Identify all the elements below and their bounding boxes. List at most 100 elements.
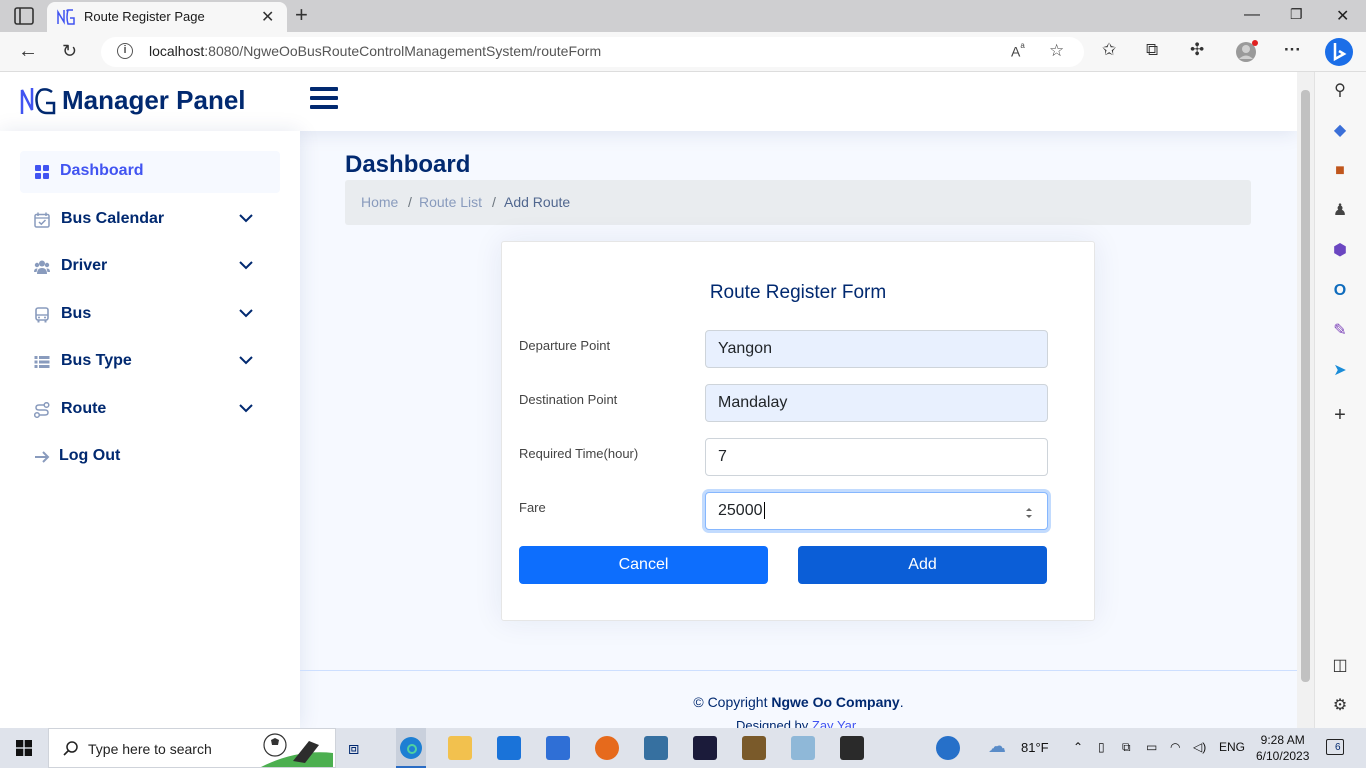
- read-aloud-icon[interactable]: Aᵃ: [1011, 41, 1025, 60]
- sidebar-item-log-out[interactable]: Log Out: [20, 436, 280, 478]
- browser-tab-active[interactable]: Route Register Page ✕: [47, 2, 287, 32]
- designer-link[interactable]: Zay Yar: [812, 718, 856, 728]
- edge-tools-icon[interactable]: ■: [1329, 160, 1351, 182]
- refresh-icon[interactable]: ↻: [62, 40, 77, 62]
- address-bar[interactable]: i localhost:8080/NgweOoBusRouteControlMa…: [101, 37, 1084, 67]
- footer-copyright: © Copyright Ngwe Oo Company.: [693, 694, 904, 710]
- task-view-icon[interactable]: ⧈: [348, 738, 372, 762]
- page-scrollbar[interactable]: [1297, 72, 1314, 728]
- profile-avatar-icon[interactable]: [1235, 40, 1259, 64]
- edge-games-icon[interactable]: ♟: [1329, 200, 1351, 222]
- sidebar-item-bus-calendar[interactable]: Bus Calendar: [20, 199, 280, 241]
- edge-taskbar-active[interactable]: [396, 728, 426, 768]
- weather-temp[interactable]: 81°F: [1021, 740, 1049, 755]
- grid-icon: [35, 165, 49, 179]
- sidebar-item-label: Driver: [61, 257, 108, 274]
- site-favicon-icon: [57, 9, 75, 25]
- store-icon[interactable]: [546, 736, 570, 760]
- calendar-check-icon: [34, 212, 50, 228]
- python-icon[interactable]: [644, 736, 668, 760]
- sidebar-toggle-icon[interactable]: [310, 87, 338, 113]
- sidebar-item-bus-type[interactable]: Bus Type: [20, 341, 280, 383]
- breadcrumb-route-list-link[interactable]: Route List: [419, 194, 482, 210]
- notepad-icon[interactable]: [791, 736, 815, 760]
- favorites-icon[interactable]: ✩: [1102, 40, 1116, 60]
- edge-outlook-icon[interactable]: O: [1329, 280, 1351, 302]
- edge-office-icon[interactable]: ⬢: [1329, 240, 1351, 262]
- tray-chevron-up-icon[interactable]: ⌃: [1073, 740, 1083, 754]
- edge-split-icon[interactable]: ◫: [1329, 655, 1351, 677]
- tab-close-icon[interactable]: ✕: [261, 7, 274, 27]
- file-explorer-icon[interactable]: [448, 736, 472, 760]
- weather-icon[interactable]: ☁: [988, 736, 1006, 757]
- minimize-icon[interactable]: —: [1244, 6, 1260, 24]
- mysql-icon[interactable]: [840, 736, 864, 760]
- favorite-star-icon[interactable]: ☆: [1049, 41, 1064, 61]
- edge-send-icon[interactable]: ➤: [1329, 360, 1351, 382]
- window-close-icon[interactable]: ✕: [1336, 6, 1349, 26]
- firefox-icon[interactable]: [595, 736, 619, 760]
- add-button[interactable]: Add: [798, 546, 1047, 584]
- language-indicator[interactable]: ENG: [1219, 740, 1245, 754]
- more-menu-icon[interactable]: ···: [1284, 40, 1301, 60]
- edge-search-icon[interactable]: ⚲: [1329, 80, 1351, 102]
- arrow-right-icon: [35, 451, 50, 463]
- app-header: Manager Panel: [0, 72, 1297, 131]
- help-icon[interactable]: [936, 736, 960, 760]
- breadcrumb-separator: /: [492, 194, 496, 210]
- edge-add-icon[interactable]: +: [1329, 404, 1351, 426]
- sidebar-item-label: Bus Type: [61, 352, 132, 369]
- edge-app-icon: [400, 737, 422, 759]
- edge-shopping-icon[interactable]: ◆: [1329, 120, 1351, 142]
- soccer-widget-icon[interactable]: [261, 731, 333, 767]
- url-text[interactable]: localhost:8080/NgweOoBusRouteControlMana…: [149, 43, 601, 59]
- sidebar-item-driver[interactable]: Driver: [20, 246, 280, 288]
- chevron-down-icon: [239, 214, 253, 223]
- tray-app-icon[interactable]: ⧉: [1122, 740, 1131, 755]
- breadcrumb-home-link[interactable]: Home: [361, 194, 398, 210]
- cancel-button[interactable]: Cancel: [519, 546, 768, 584]
- sidebar-item-label: Bus Calendar: [61, 210, 165, 227]
- taskbar-clock[interactable]: 9:28 AM 6/10/2023: [1256, 732, 1309, 764]
- destination-point-input[interactable]: Mandalay: [705, 384, 1048, 422]
- edge-designer-icon[interactable]: ✎: [1329, 320, 1351, 342]
- sidebar-item-bus[interactable]: Bus: [20, 294, 280, 336]
- back-arrow-icon[interactable]: ←: [18, 40, 38, 62]
- tray-device-icon[interactable]: ▯: [1098, 740, 1105, 754]
- number-spinner-icon[interactable]: [1024, 505, 1034, 521]
- departure-point-input[interactable]: Yangon: [705, 330, 1048, 368]
- edge-settings-icon[interactable]: ⚙: [1329, 695, 1351, 717]
- footer-divider: [300, 670, 1297, 671]
- new-tab-icon[interactable]: +: [295, 4, 308, 26]
- tab-actions-icon[interactable]: [14, 7, 34, 25]
- scrollbar-thumb[interactable]: [1301, 90, 1310, 682]
- sidebar-item-label: Route: [61, 400, 107, 417]
- mail-icon[interactable]: [497, 736, 521, 760]
- sidebar-item-dashboard[interactable]: Dashboard: [20, 151, 280, 193]
- required-time-input[interactable]: 7: [705, 438, 1048, 476]
- extensions-icon[interactable]: ✣: [1190, 40, 1204, 60]
- site-info-icon[interactable]: i: [117, 43, 133, 59]
- logo-text[interactable]: Manager Panel: [62, 85, 246, 116]
- intellij-icon[interactable]: [693, 736, 717, 760]
- notification-count: 6: [1335, 742, 1341, 753]
- volume-icon[interactable]: ◁): [1193, 740, 1206, 754]
- bing-copilot-icon[interactable]: [1324, 36, 1354, 68]
- sidebar-item-route[interactable]: Route: [20, 389, 280, 431]
- restore-icon[interactable]: ❐: [1290, 6, 1303, 23]
- bus-icon: [35, 307, 49, 323]
- search-placeholder: Type here to search: [88, 741, 212, 757]
- collections-icon[interactable]: ⧉: [1146, 40, 1158, 60]
- form-title: Route Register Form: [709, 282, 887, 303]
- wifi-icon[interactable]: ◠: [1170, 740, 1180, 754]
- game-app-icon[interactable]: [742, 736, 766, 760]
- windows-start-icon[interactable]: [16, 740, 32, 756]
- taskbar-search[interactable]: Type here to search: [48, 728, 336, 768]
- fare-input[interactable]: 25000: [705, 492, 1048, 530]
- chevron-down-icon: [239, 309, 253, 318]
- people-icon: [34, 260, 50, 274]
- route-icon: [34, 402, 50, 418]
- notification-center-icon[interactable]: 6: [1326, 739, 1344, 755]
- logo-mark-icon[interactable]: [20, 86, 56, 116]
- battery-icon[interactable]: ▭: [1146, 740, 1157, 754]
